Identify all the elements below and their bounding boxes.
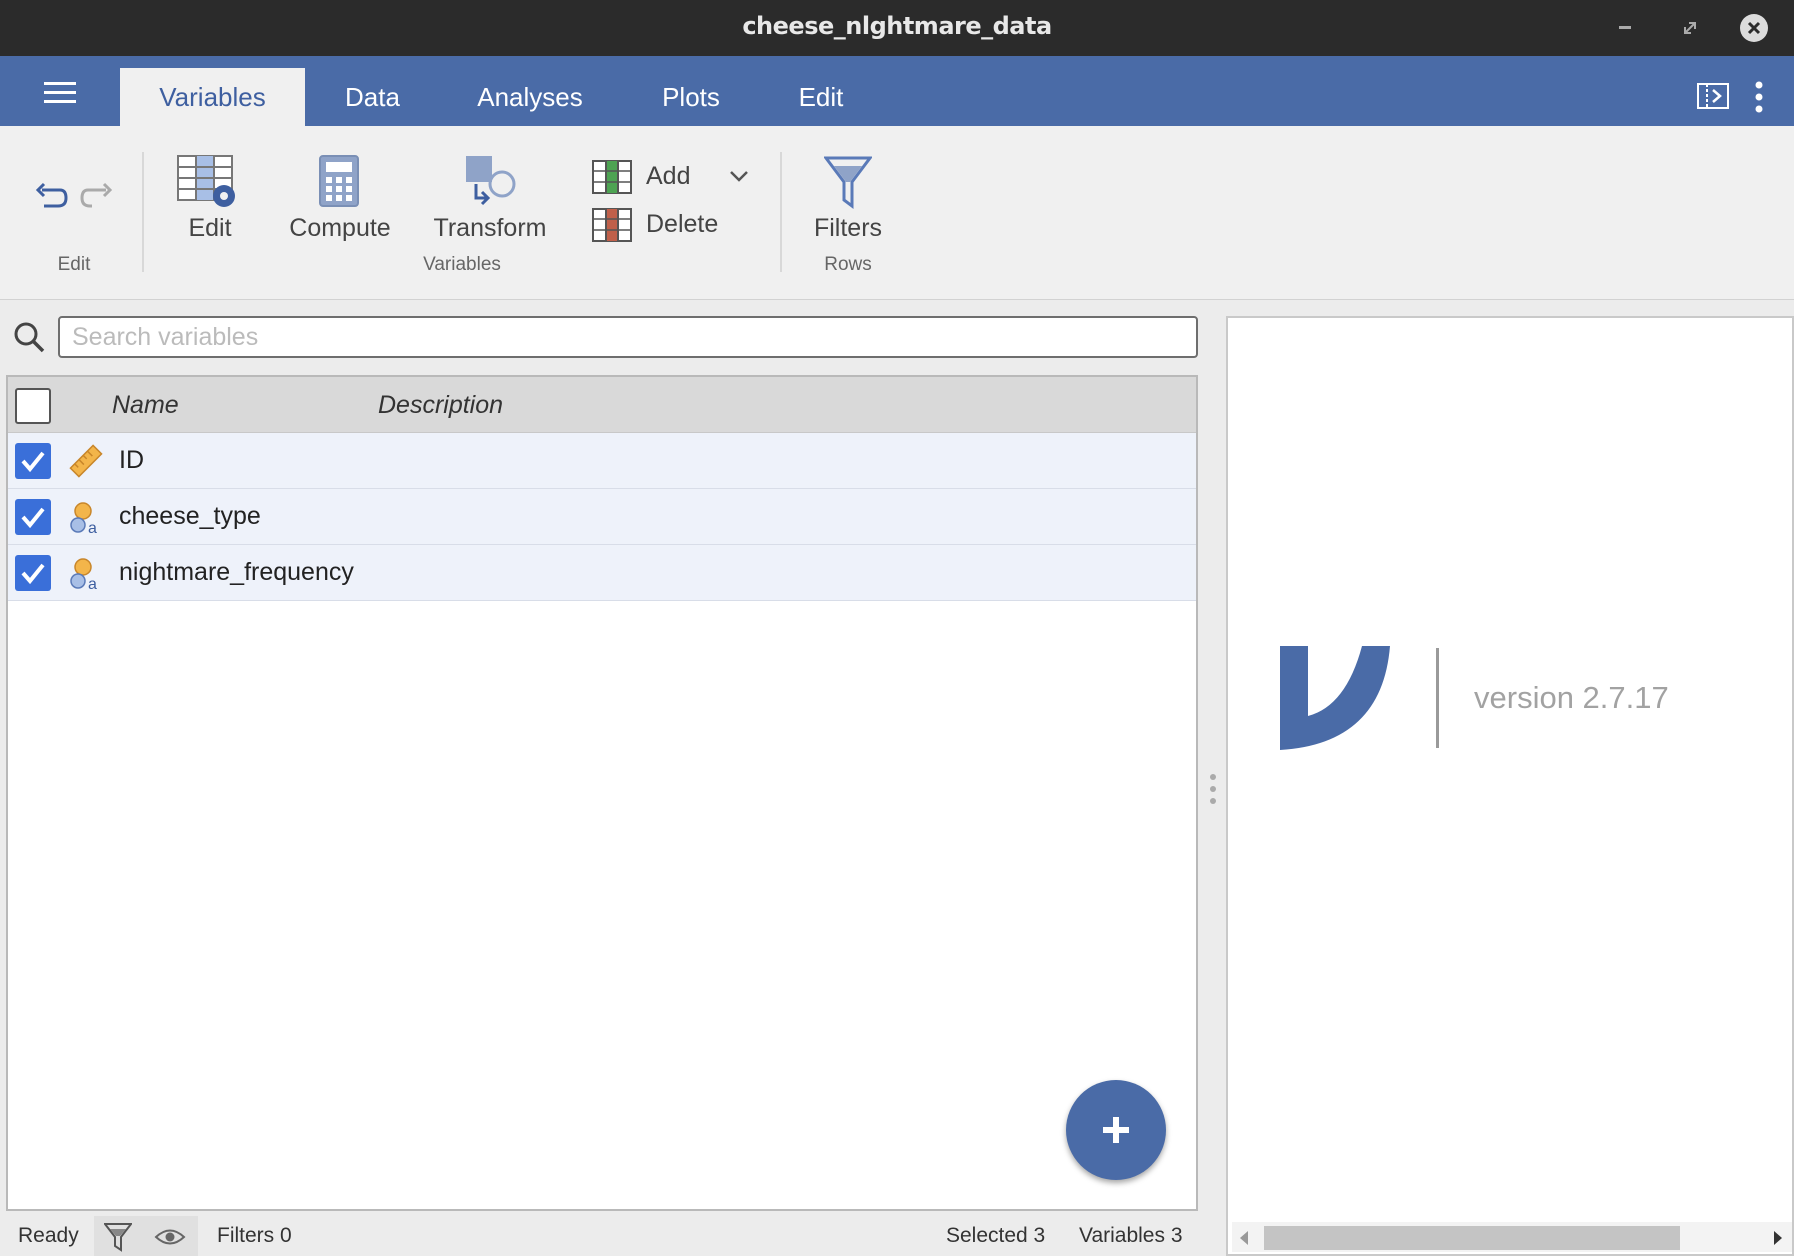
- version-text: version 2.7.17: [1474, 680, 1669, 715]
- compute-calculator-icon[interactable]: [318, 154, 360, 210]
- toggle-results-mode-icon[interactable]: [1696, 82, 1730, 110]
- add-variable-label[interactable]: Add: [646, 162, 690, 191]
- horizontal-scrollbar[interactable]: [1232, 1222, 1792, 1252]
- variable-name[interactable]: cheese_type: [119, 502, 261, 531]
- tab-data[interactable]: Data: [320, 68, 425, 126]
- table-row[interactable]: a cheese_type: [8, 489, 1196, 545]
- nominal-text-icon: a: [68, 499, 104, 537]
- ribbon-group-variables: Variables: [423, 254, 501, 275]
- tab-edit[interactable]: Edit: [780, 68, 862, 126]
- row-checkbox[interactable]: [15, 443, 51, 479]
- jamovi-logo: [1278, 644, 1392, 752]
- compute-label[interactable]: Compute: [280, 214, 400, 243]
- panel-splitter-handle[interactable]: [1208, 772, 1218, 806]
- tab-analyses[interactable]: Analyses: [460, 68, 600, 126]
- add-column-icon[interactable]: [592, 160, 632, 194]
- ribbon-group-rows: Rows: [824, 254, 872, 275]
- logo-divider: [1436, 648, 1439, 748]
- ruler-icon: [68, 443, 104, 479]
- status-ready: Ready: [18, 1224, 79, 1247]
- transform-label[interactable]: Transform: [418, 214, 562, 243]
- results-panel: version 2.7.17: [1226, 316, 1794, 1256]
- column-header-description[interactable]: Description: [378, 391, 503, 420]
- scrollbar-thumb[interactable]: [1264, 1226, 1680, 1250]
- filter-funnel-icon[interactable]: [823, 154, 873, 210]
- window-titlebar: cheese_nlghtmare_data: [0, 0, 1794, 56]
- variable-name[interactable]: ID: [119, 446, 144, 475]
- ribbon-separator: [142, 152, 144, 272]
- ribbon-group-edit: Edit: [57, 254, 91, 275]
- ribbon-separator: [780, 152, 782, 272]
- transform-icon[interactable]: [464, 154, 520, 210]
- select-all-checkbox[interactable]: [15, 388, 51, 424]
- undo-icon[interactable]: [30, 176, 70, 216]
- restore-icon[interactable]: [1676, 14, 1704, 42]
- eye-icon[interactable]: [154, 1226, 186, 1248]
- main-tabbar: Variables Data Analyses Plots Edit: [0, 56, 1794, 126]
- plus-icon: [1103, 1117, 1129, 1143]
- redo-icon[interactable]: [78, 176, 118, 216]
- filters-label[interactable]: Filters: [798, 214, 898, 243]
- minimize-icon[interactable]: [1612, 14, 1640, 42]
- chevron-down-icon[interactable]: [728, 168, 750, 184]
- search-variables-input[interactable]: [58, 316, 1198, 358]
- row-checkbox[interactable]: [15, 499, 51, 535]
- more-options-icon[interactable]: [1752, 80, 1766, 114]
- table-row[interactable]: a nightmare_frequency: [8, 545, 1196, 601]
- edit-variable-label[interactable]: Edit: [160, 214, 260, 243]
- row-checkbox[interactable]: [15, 555, 51, 591]
- close-icon[interactable]: [1740, 14, 1768, 42]
- tab-plots[interactable]: Plots: [640, 68, 742, 126]
- status-variables-count: Variables 3: [1079, 1224, 1183, 1247]
- hamburger-menu-icon[interactable]: [38, 78, 82, 108]
- window-title: cheese_nlghtmare_data: [742, 12, 1052, 40]
- scroll-right-icon[interactable]: [1774, 1231, 1782, 1245]
- status-selected-count: Selected 3: [946, 1224, 1046, 1247]
- delete-column-icon[interactable]: [592, 208, 632, 242]
- ribbon-toolbar: Edit Edit Compute Transform Variables Ad…: [0, 126, 1794, 300]
- add-variable-button[interactable]: [1066, 1080, 1166, 1180]
- table-row[interactable]: ID: [8, 433, 1196, 489]
- tab-variables[interactable]: Variables: [120, 68, 305, 126]
- edit-variable-icon[interactable]: [176, 154, 240, 210]
- scroll-left-icon[interactable]: [1240, 1231, 1248, 1245]
- variables-table: Name Description ID a cheese_type a nigh…: [6, 375, 1198, 1211]
- status-icons-group: [94, 1216, 198, 1256]
- variable-name[interactable]: nightmare_frequency: [119, 558, 354, 587]
- column-header-name[interactable]: Name: [112, 391, 179, 420]
- status-filters-count: Filters 0: [217, 1224, 292, 1247]
- nominal-text-icon: a: [68, 555, 104, 593]
- svg-text:a: a: [88, 520, 97, 535]
- status-bar: Ready Filters 0 Selected 3 Variables 3: [0, 1216, 1220, 1256]
- table-header: Name Description: [8, 377, 1196, 433]
- delete-variable-label[interactable]: Delete: [646, 210, 718, 239]
- svg-text:a: a: [88, 576, 97, 591]
- filter-funnel-icon[interactable]: [102, 1222, 134, 1252]
- search-icon: [12, 320, 46, 354]
